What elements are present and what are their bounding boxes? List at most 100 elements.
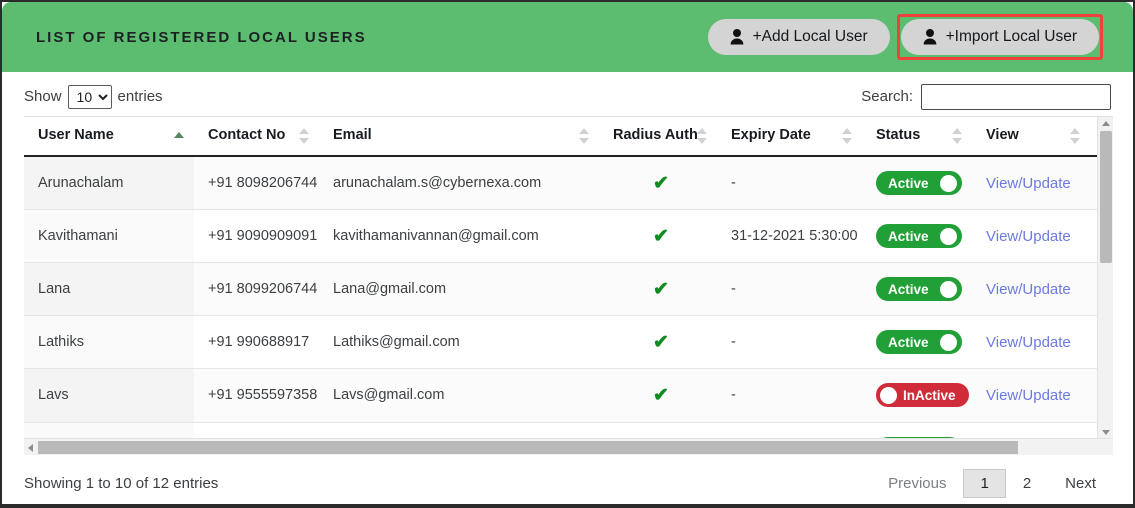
import-local-user-wrapper: +Import Local User [896,14,1103,60]
status-badge-active[interactable]: Active [876,330,962,354]
search-input[interactable] [921,83,1111,110]
cell-contact-no: +91 990688917 [194,315,319,369]
table-row: Lathiks +91 990688917 Lathiks@gmail.com … [24,315,1098,369]
cell-radius-auth: ✔ [599,315,717,369]
cell-contact-no: +91 8098206744 [194,156,319,210]
status-label: Active [888,175,929,191]
check-icon: ✔ [653,331,669,353]
horizontal-scrollbar[interactable] [24,438,1113,455]
page-length-control: Show 10 entries [24,84,163,109]
toggle-knob [940,174,957,192]
cell-expiry-date: - [717,422,862,439]
vertical-scrollbar[interactable] [1097,117,1113,439]
import-local-user-label: +Import Local User [945,28,1077,45]
table-header-row: User Name Contact No Email Radius Auth E… [24,117,1098,157]
cell-status: Active [862,156,972,210]
pagination-page-2[interactable]: 2 [1006,469,1048,498]
import-local-user-button[interactable]: +Import Local User [900,19,1099,55]
status-badge-active[interactable]: Active [876,277,962,301]
cell-status: Active [862,315,972,369]
cell-user-name: Lavs [24,368,194,423]
column-header-radius-auth[interactable]: Radius Auth [599,117,717,157]
users-table-body: Arunachalam +91 8098206744 arunachalam.s… [24,156,1098,439]
column-label: Contact No [208,127,286,143]
toggle-knob [940,280,957,298]
cell-email: Lana@gmail.com [319,262,599,316]
cell-view: View/Update [972,368,1090,423]
cell-user-name: Arunachalam [24,156,194,210]
cell-expiry-date: - [717,156,862,210]
cell-contact-no: +91 9555597358 [194,368,319,423]
view-update-link[interactable]: View/Update [986,387,1071,404]
check-icon: ✔ [653,225,669,247]
add-local-user-label: +Add Local User [752,28,868,45]
status-badge-inactive[interactable]: InActive [876,383,969,407]
column-header-expiry-date[interactable]: Expiry Date [717,117,862,157]
sort-ascending-icon [174,127,184,145]
column-header-contact-no[interactable]: Contact No [194,117,319,157]
pagination-page-1[interactable]: 1 [963,469,1006,498]
cell-radius-auth: ✔ [599,156,717,210]
user-plus-icon [730,28,751,46]
entries-info: Showing 1 to 10 of 12 entries [24,475,219,492]
view-update-link[interactable]: View/Update [986,334,1071,351]
pagination-previous[interactable]: Previous [871,469,963,498]
status-badge-active[interactable]: Active [876,224,962,248]
toggle-knob [940,333,957,351]
column-header-user-name[interactable]: User Name [24,117,194,157]
bottom-divider [2,504,1133,506]
pagination: Previous 1 2 Next [871,469,1113,498]
column-label: Radius Auth [613,127,698,143]
sort-toggle-icon [299,127,309,145]
cell-status: InActive [862,368,972,423]
column-header-view[interactable]: View [972,117,1090,157]
page-title: LIST OF REGISTERED LOCAL USERS [36,28,367,46]
table-viewport: User Name Contact No Email Radius Auth E… [24,117,1098,439]
column-header-email[interactable]: Email [319,117,599,157]
column-label: Expiry Date [731,127,811,143]
vertical-scrollbar-thumb[interactable] [1100,131,1112,263]
column-header-status[interactable]: Status [862,117,972,157]
pagination-next[interactable]: Next [1048,469,1113,498]
cell-email: Leesan@gmail.com [319,422,599,439]
sort-toggle-icon [697,127,707,145]
users-table: User Name Contact No Email Radius Auth E… [24,117,1098,439]
scroll-up-icon[interactable] [1102,121,1110,126]
sort-toggle-icon [842,127,852,145]
cell-user-name: Lathiks [24,315,194,369]
cell-radius-auth: ✔ [599,262,717,316]
cell-contact-no: +91 8099206744 [194,262,319,316]
table-row: Lana +91 8099206744 Lana@gmail.com ✔ - A… [24,262,1098,316]
cell-expiry-date: - [717,262,862,316]
horizontal-scrollbar-thumb[interactable] [38,441,1018,454]
check-icon: ✔ [653,384,669,406]
view-update-link[interactable]: View/Update [986,281,1071,298]
cell-view: View/Update [972,209,1090,263]
cell-expiry-date: - [717,315,862,369]
card-header: LIST OF REGISTERED LOCAL USERS +Add Loca… [2,2,1133,72]
view-update-link[interactable]: View/Update [986,175,1071,192]
page-length-select[interactable]: 10 [67,84,112,109]
check-icon: ✔ [653,172,669,194]
search-control: Search: [861,83,1113,110]
entries-label: entries [117,88,163,105]
view-update-link[interactable]: View/Update [986,228,1071,245]
status-badge-active[interactable]: Active [876,171,962,195]
toggle-knob [940,227,957,245]
cell-view: View/Update [972,422,1090,439]
cell-contact-no: +91 9090909091 [194,209,319,263]
status-label: Active [888,334,929,350]
cell-email: Lavs@gmail.com [319,368,599,423]
scroll-left-icon[interactable] [28,444,33,452]
status-label: InActive [903,387,956,403]
sort-toggle-icon [579,127,589,145]
cell-view: View/Update [972,156,1090,210]
cell-status: Active [862,262,972,316]
add-local-user-button[interactable]: +Add Local User [707,19,890,55]
table-row: Leesan +91 8660300706 Leesan@gmail.com ✔… [24,422,1098,439]
column-label: Email [333,127,372,143]
scroll-down-icon[interactable] [1102,430,1110,435]
header-actions: +Add Local User +Import Local User [707,14,1119,60]
table-row: Arunachalam +91 8098206744 arunachalam.s… [24,156,1098,210]
table-row: Kavithamani +91 9090909091 kavithamaniva… [24,209,1098,263]
